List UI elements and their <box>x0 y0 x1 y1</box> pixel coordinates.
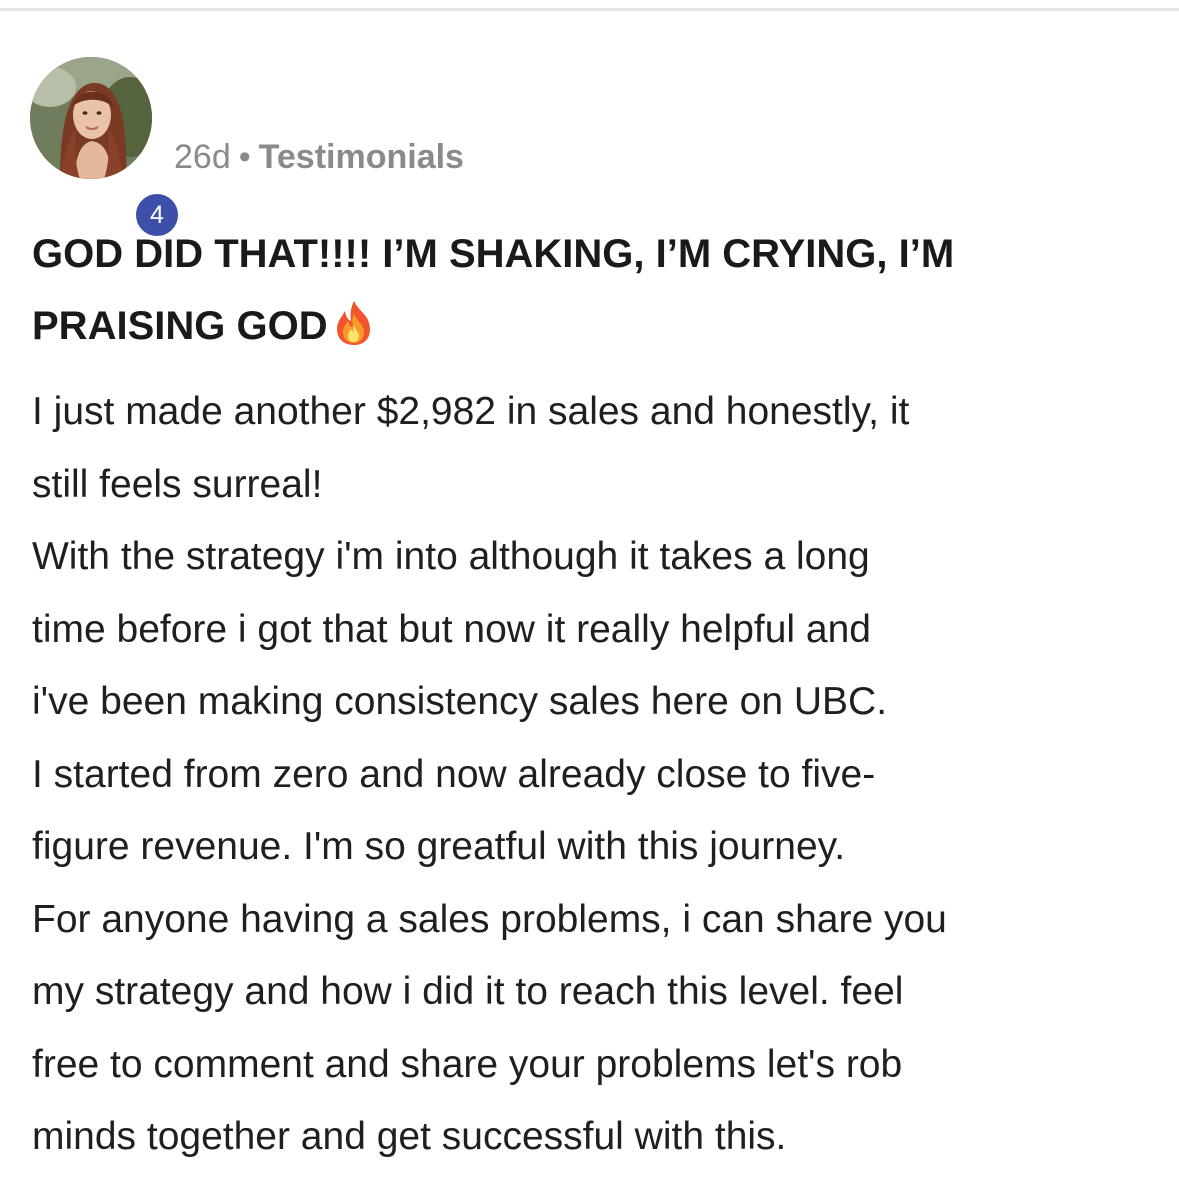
post-body-line: i've been making consistency sales here … <box>32 680 888 723</box>
post-body-line: still feels surreal! <box>32 462 323 506</box>
avatar[interactable] <box>30 57 152 179</box>
post-body-line: free to comment and share your problems … <box>32 1042 903 1086</box>
post-body-line: minds together and get successful with t… <box>32 1115 787 1158</box>
post-body-line: I just made another $2,982 in sales and … <box>32 390 910 433</box>
post-card: 4 26d • Testimonials GOD DID THAT!!!! I’M … <box>0 0 1179 1201</box>
post-title-line-2-wrap: PRAISING GOD <box>32 290 1142 362</box>
post-body-line: For anyone having a sales problems, i ca… <box>32 897 947 941</box>
post-body-line: my strategy and how i did it to reach th… <box>32 970 904 1013</box>
post-title[interactable]: GOD DID THAT!!!! I’M SHAKING, I’M CRYING… <box>32 218 1142 362</box>
post-body-line: time before i got that but now it really… <box>32 607 871 651</box>
post-title-line-2: PRAISING GOD <box>32 304 328 348</box>
post-body-line: I started from zero and now already clos… <box>32 752 876 796</box>
post-meta: 26d • Testimonials <box>174 137 464 177</box>
post-category-link[interactable]: Testimonials <box>259 138 464 176</box>
author-avatar-group[interactable]: 4 <box>30 57 182 240</box>
post-body[interactable]: I just made another $2,982 in sales and … <box>32 376 1152 1174</box>
post-age: 26d <box>174 138 231 176</box>
fire-icon <box>336 301 370 345</box>
post-body-line: figure revenue. I'm so greatful with thi… <box>32 825 846 868</box>
avatar-image <box>30 57 152 179</box>
post-body-line: With the strategy i'm into although it t… <box>32 535 870 578</box>
post-title-line-1: GOD DID THAT!!!! I’M SHAKING, I’M CRYING… <box>32 232 955 276</box>
meta-separator: • <box>238 138 251 176</box>
